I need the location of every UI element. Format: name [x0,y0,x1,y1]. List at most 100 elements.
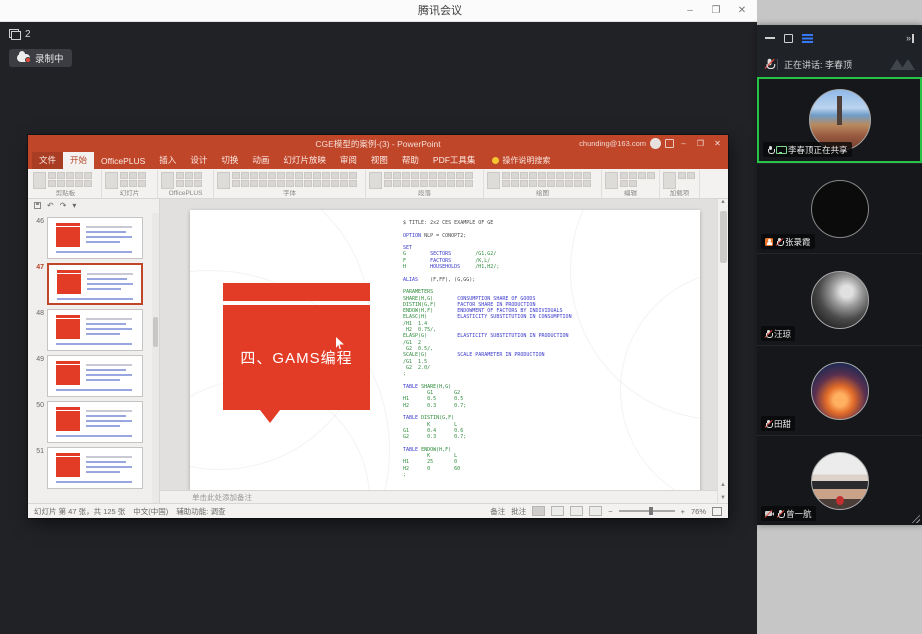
ribbon-button[interactable] [232,180,240,187]
ribbon-button[interactable] [250,180,258,187]
participant-tile[interactable]: 曾一航 [757,435,922,525]
ribbon-button[interactable] [185,172,193,179]
ribbon-button[interactable] [250,172,258,179]
ribbon-button[interactable] [456,180,464,187]
ribbon-button[interactable] [349,180,357,187]
ribbon-button[interactable] [286,180,294,187]
ribbon-button[interactable] [241,180,249,187]
ribbon-button[interactable] [340,172,348,179]
slideshow-view-icon[interactable] [589,506,602,516]
ribbon-button[interactable] [529,172,537,179]
fit-to-window-icon[interactable] [712,507,722,516]
ribbon-button[interactable] [66,180,74,187]
zoom-out-icon[interactable]: − [608,507,612,516]
ppt-tab[interactable]: 帮助 [395,152,426,169]
zoom-level[interactable]: 76% [691,507,706,516]
ribbon-button[interactable] [66,172,74,179]
ribbon-button[interactable] [678,172,686,179]
ribbon-button[interactable] [629,172,637,179]
zoom-in-icon[interactable]: + [681,507,685,516]
ribbon-button[interactable] [33,172,46,189]
ribbon-button[interactable] [647,172,655,179]
ppt-tab[interactable]: 开始 [63,152,94,169]
reading-view-icon[interactable] [570,506,583,516]
accessibility-status[interactable]: 辅助功能: 调查 [176,506,225,517]
ribbon-button[interactable] [438,172,446,179]
ribbon-button[interactable] [304,172,312,179]
ribbon-button[interactable] [75,172,83,179]
participant-tile[interactable]: 张录霞 [757,163,922,253]
ribbon-button[interactable] [447,180,455,187]
slide-thumbnail[interactable] [47,355,143,397]
ribbon-button[interactable] [465,180,473,187]
ribbon-button[interactable] [663,172,676,189]
ribbon-button[interactable] [322,172,330,179]
ppt-tab[interactable]: 审阅 [333,152,364,169]
ribbon-button[interactable] [447,172,455,179]
ribbon-button[interactable] [57,180,65,187]
ribbon-button[interactable] [487,172,500,189]
slide-thumbnail[interactable] [47,217,143,259]
ribbon-button[interactable] [75,180,83,187]
ribbon-button[interactable] [259,180,267,187]
thumbnail-scrollbar[interactable] [152,213,159,503]
ribbon-button[interactable] [638,172,646,179]
ribbon-button[interactable] [120,172,128,179]
ribbon-button[interactable] [129,180,137,187]
ribbon-button[interactable] [465,172,473,179]
ribbon-button[interactable] [48,172,56,179]
ppt-minimize-button[interactable]: – [675,135,692,152]
ppt-tab[interactable]: 插入 [152,152,183,169]
ribbon-button[interactable] [241,172,249,179]
ribbon-button[interactable] [402,172,410,179]
ribbon-button[interactable] [538,172,546,179]
ribbon-button[interactable] [295,180,303,187]
ribbon-button[interactable] [84,180,92,187]
list-view-icon[interactable] [802,34,813,43]
scroll-up-icon[interactable]: ▲ [718,199,728,205]
ppt-close-button[interactable]: ✕ [709,135,726,152]
ribbon-button[interactable] [129,172,137,179]
ribbon-button[interactable] [393,180,401,187]
ribbon-button[interactable] [185,180,193,187]
slide-47[interactable]: 四、GAMS编程 $ TITLE: 2x2 CES EXAMPLE OF GEO… [190,210,700,493]
ribbon-button[interactable] [511,180,519,187]
ribbon-button[interactable] [402,180,410,187]
slideshow-icon[interactable]: ▾ [72,201,76,210]
ribbon-button[interactable] [57,172,65,179]
slide-thumbnail[interactable] [47,309,143,351]
ribbon-button[interactable] [105,172,118,189]
ppt-account-email[interactable]: chunding@163.com [579,139,646,148]
ribbon-button[interactable] [349,172,357,179]
ribbon-button[interactable] [268,172,276,179]
ribbon-button[interactable] [120,180,128,187]
ppt-tab[interactable]: PDF工具集 [426,152,483,169]
ribbon-button[interactable] [547,172,555,179]
ribbon-button[interactable] [620,172,628,179]
ribbon-button[interactable] [520,172,528,179]
ribbon-button[interactable] [556,172,564,179]
ppt-tab[interactable]: 设计 [183,152,214,169]
account-avatar[interactable] [650,138,661,149]
zoom-slider[interactable] [619,510,675,512]
ppt-titlebar[interactable]: CGE模型的案例-(3) - PowerPoint chunding@163.c… [28,135,728,152]
close-button[interactable]: ✕ [729,0,755,22]
ribbon-button[interactable] [194,180,202,187]
language-indicator[interactable]: 中文(中国) [133,506,168,517]
ribbon-button[interactable] [138,180,146,187]
ribbon-button[interactable] [502,180,510,187]
participant-tile[interactable]: 李春顶正在共享 [757,77,922,163]
panel-window-icon[interactable] [784,34,793,43]
slide-scrollbar[interactable]: ▲ ▲ ▼ [717,199,728,503]
ribbon-button[interactable] [295,172,303,179]
ribbon-button[interactable] [456,172,464,179]
title-bubble[interactable]: 四、GAMS编程 [223,305,370,410]
participant-tile[interactable]: 田甜 [757,345,922,435]
notes-toggle[interactable]: 备注 [490,506,505,517]
previous-slide-icon[interactable]: ▲ [718,482,728,489]
minimize-button[interactable]: – [677,0,703,22]
ribbon-button[interactable] [268,180,276,187]
ribbon-button[interactable] [629,180,637,187]
ppt-tab[interactable]: 视图 [364,152,395,169]
ribbon-button[interactable] [411,180,419,187]
